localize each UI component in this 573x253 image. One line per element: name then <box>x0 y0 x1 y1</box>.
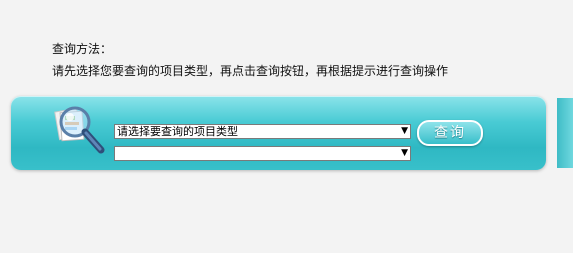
sub-type-select[interactable]: ▼ <box>114 146 411 161</box>
instructions-title: 查询方法： <box>52 42 113 56</box>
search-panel: 请选择要查询的项目类型 ▼ ▼ 查询 <box>11 96 546 170</box>
magnifier-icon <box>54 106 105 154</box>
project-type-select[interactable]: 请选择要查询的项目类型 ▼ <box>114 124 411 139</box>
dropdown-arrow-icon: ▼ <box>401 148 408 158</box>
dropdown-arrow-icon: ▼ <box>401 126 408 136</box>
panel-edge <box>557 98 573 168</box>
search-button[interactable]: 查询 <box>417 120 483 146</box>
instructions-block: 查询方法： 请先选择您要查询的项目类型，再点击查询按钮，再根据提示进行查询操作 <box>52 38 448 82</box>
instructions-text: 请先选择您要查询的项目类型，再点击查询按钮，再根据提示进行查询操作 <box>52 64 449 78</box>
project-type-select-value: 请选择要查询的项目类型 <box>117 125 238 138</box>
